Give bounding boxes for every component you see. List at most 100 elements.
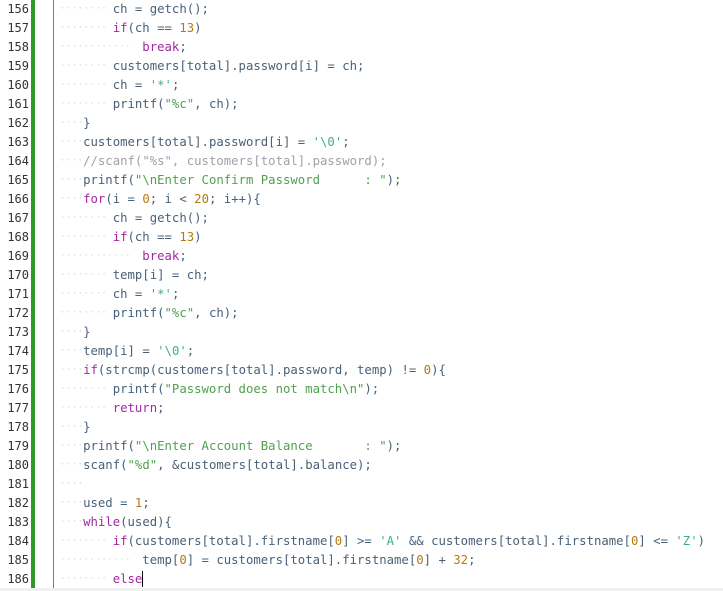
code-content[interactable]: while(used){ [83,513,172,532]
line-number: 184 [7,533,29,548]
code-content[interactable]: customers[total].password[i] = '\0'; [83,133,350,152]
code-line[interactable]: 157 ········ if(ch == 13) [0,19,723,38]
code-text: printf( [83,172,135,187]
code-content[interactable]: ch = getch(); [113,0,209,19]
code-content[interactable]: ch = '*'; [113,285,180,304]
code-text: (ch == [127,229,180,244]
code-content[interactable]: printf("\nEnter Account Balance : "); [83,437,401,456]
code-content[interactable]: if(customers[total].firstname[0] >= 'A' … [113,532,705,551]
code-content[interactable]: if(strcmp(customers[total].password, tem… [83,361,446,380]
code-line[interactable]: 167 ········ ch = getch(); [0,209,723,228]
code-content[interactable]: //scanf("%s", customers[total].password)… [83,152,387,171]
code-line[interactable]: 173 ····} [0,323,723,342]
code-line[interactable]: 162 ····} [0,114,723,133]
code-content[interactable]: printf("Password does not match\n"); [113,380,380,399]
code-content[interactable]: break; [142,38,186,57]
code-text: ); [386,438,402,453]
code-content[interactable]: printf("\nEnter Confirm Password : "); [83,171,401,190]
code-content[interactable]: scanf("%d", &customers[total].balance); [83,456,372,475]
code-line[interactable]: 172 ········ printf("%c", ch); [0,304,723,323]
code-line[interactable]: 165 ···· printf("\nEnter Confirm Password … [0,171,723,190]
code-line[interactable]: 180 ···· scanf("%d", &customers[total].bal… [0,456,723,475]
code-content[interactable]: printf("%c", ch); [113,95,239,114]
whitespace-indicator: ········ [60,22,108,33]
code-content[interactable]: else [113,570,144,589]
code-text: , &customers[total].balance); [157,457,372,472]
code-line[interactable]: 176 ········ printf("Password does not mat… [0,380,723,399]
code-content[interactable]: temp[i] = '\0'; [83,342,194,361]
code-content[interactable]: if(ch == 13) [113,19,202,38]
whitespace-indicator: ···· [60,193,84,204]
whitespace-indicator: ········ [60,60,108,71]
code-line[interactable]: 163 ···· customers[total].password[i] = '\… [0,133,723,152]
keyword: if [83,362,98,377]
code-line[interactable]: 161 ········ printf("%c", ch); [0,95,723,114]
code-text: ; [157,400,165,415]
code-content[interactable]: used = 1; [83,494,150,513]
code-line[interactable]: 170 ········ temp[i] = ch; [0,266,723,285]
code-line[interactable]: 175 ···· if(strcmp(customers[total].passwo… [0,361,723,380]
code-content[interactable]: ch = '*'; [113,76,180,95]
code-line[interactable]: 174 ···· temp[i] = '\0'; [0,342,723,361]
code-text: ch = getch(); [112,210,209,225]
code-content[interactable]: for(i = 0; i < 20; i++){ [83,190,261,209]
code-line[interactable]: 166 ···· for(i = 0; i < 20; i++){ [0,190,723,209]
code-text: printf( [112,305,165,320]
code-line[interactable]: 164 ····//scanf("%s", customers[total].pa… [0,152,723,171]
string-literal: "\nEnter Account Balance : " [134,438,387,453]
line-number: 159 [7,58,29,73]
code-line[interactable]: 160 ········ ch = '*'; [0,76,723,95]
code-line[interactable]: 183 ···· while(used){ [0,513,723,532]
code-line[interactable]: 181 ···· [0,475,723,494]
code-content[interactable]: } [83,114,90,133]
code-content[interactable]: printf("%c", ch); [113,304,239,323]
code-line[interactable]: 177 ········ return; [0,399,723,418]
code-text: ; [179,39,187,54]
code-content[interactable]: break; [142,247,186,266]
code-text: (customers[total].firstname[ [127,533,335,548]
string-literal: "\nEnter Confirm Password : " [134,172,387,187]
code-text: ); [386,172,402,187]
code-content[interactable]: } [83,323,90,342]
code-text: ] >= [342,533,380,548]
code-content[interactable]: temp[0] = customers[total].firstname[0] … [142,551,475,570]
code-text: ) [194,20,202,35]
code-line[interactable]: 156 ········ ch = getch(); [0,0,723,19]
line-number: 156 [7,1,29,16]
line-number: 180 [7,457,29,472]
code-text: } [83,115,91,130]
whitespace-indicator: ········ [60,573,108,584]
line-number: 186 [7,571,29,586]
line-number: 172 [7,305,29,320]
code-content[interactable]: } [83,418,90,437]
code-line[interactable]: 184 ········ if(customers[total].firstname… [0,532,723,551]
line-number: 185 [7,552,29,567]
code-line[interactable]: 168 ········ if(ch == 13) [0,228,723,247]
keyword: for [83,191,106,206]
code-editor[interactable]: 156 ········ ch = getch(); 157 ········ if(ch… [0,0,723,591]
code-line[interactable]: 169 ············ break; [0,247,723,266]
code-content[interactable]: if(ch == 13) [113,228,202,247]
code-content[interactable]: temp[i] = ch; [113,266,209,285]
code-text: ) [194,229,202,244]
code-line[interactable]: 171 ········ ch = '*'; [0,285,723,304]
code-text: , ch); [194,305,239,320]
code-content[interactable]: return; [113,399,165,418]
code-content[interactable]: ch = getch(); [113,209,209,228]
code-line[interactable]: 186 ········ else [0,570,723,589]
code-line[interactable]: 178 ····} [0,418,723,437]
code-content[interactable]: customers[total].password[i] = ch; [113,57,365,76]
code-line[interactable]: 158 ············ break; [0,38,723,57]
whitespace-indicator: ········ [60,98,108,109]
code-line[interactable]: 185 ············ temp[0] = customers[total… [0,551,723,570]
whitespace-indicator: ········ [60,269,108,280]
number-literal: 13 [179,20,195,35]
whitespace-indicator: ···· [60,174,84,185]
code-line[interactable]: 159 ········ customers[total].password[i] … [0,57,723,76]
code-text: ch = [112,77,150,92]
keyword: break [142,39,180,54]
keyword: if [112,533,128,548]
code-line[interactable]: 179 ···· printf("\nEnter Account Balance :… [0,437,723,456]
whitespace-indicator: ············ [60,41,132,52]
code-line[interactable]: 182 ···· used = 1; [0,494,723,513]
